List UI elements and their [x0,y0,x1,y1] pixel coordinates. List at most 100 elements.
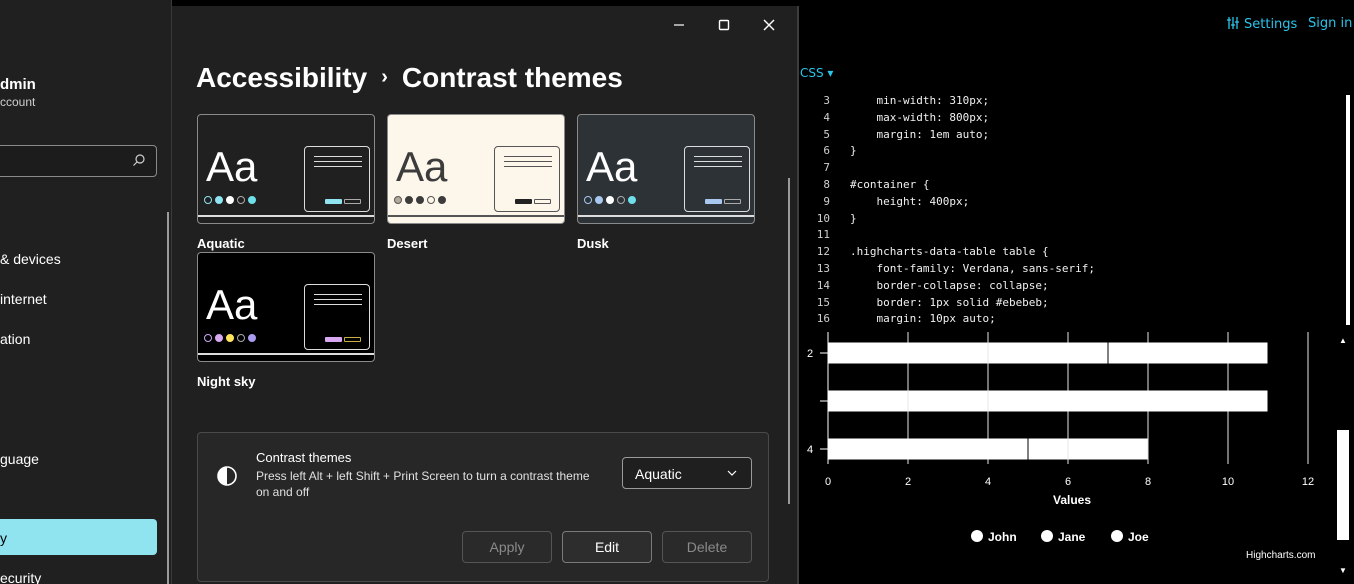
close-button[interactable] [754,12,784,38]
settings-label: Settings [1244,17,1298,32]
legend-label-joe[interactable]: Joe [1128,530,1149,544]
code-line[interactable]: 9 height: 400px; [798,194,1338,211]
theme-tile-night-sky[interactable]: Aa [197,252,375,362]
code-line[interactable]: 3 min-width: 310px; [798,93,1338,110]
line-number: 10 [816,211,830,225]
settings-sidebar: dmin ccount & devices internet ation gua… [0,0,172,584]
code-text: #container { [850,177,930,191]
bar-john[interactable] [827,389,909,413]
legend-marker-john[interactable] [971,530,983,542]
x-tick-label: 12 [1302,476,1314,488]
theme-label-desert: Desert [387,236,428,251]
code-text: font-family: Verdana, sans-serif; [850,261,1096,275]
theme-dropdown-value: Aquatic [635,466,682,482]
theme-preview-window [304,284,370,350]
x-tick-label: 8 [1145,476,1151,488]
highcharts-credits[interactable]: Highcharts.com [1246,550,1315,561]
sidebar-item-label: y [0,530,7,546]
card-description: Press left Alt + left Shift + Print Scre… [256,469,590,499]
legend-marker-jane[interactable] [1041,530,1053,542]
sidebar-item-time-language[interactable]: guage [0,451,39,467]
theme-label-night-sky: Night sky [197,374,256,389]
theme-preview-window [304,146,370,212]
content-scrollbar[interactable] [788,178,790,504]
theme-tile-desert[interactable]: Aa [387,114,565,224]
line-number: 9 [823,194,830,208]
theme-color-dots [394,196,446,204]
settings-link[interactable]: Settings [1226,16,1297,32]
line-number: 5 [823,127,830,141]
x-tick-label: 2 [905,476,911,488]
code-line[interactable]: 4 max-width: 800px; [798,110,1338,127]
code-line[interactable]: 5 margin: 1em auto; [798,127,1338,144]
code-text: max-width: 800px; [850,110,990,124]
legend-label-john[interactable]: John [988,530,1017,544]
contrast-themes-card: Contrast themes Press left Alt + left Sh… [197,432,769,582]
css-tab-dropdown[interactable]: CSS ▾ [800,66,833,80]
sidebar-item-network-internet[interactable]: internet [0,291,47,307]
sidebar-item-privacy-security[interactable]: ecurity [0,570,41,584]
bar-joe[interactable] [1107,341,1269,365]
theme-label-dusk: Dusk [577,236,609,251]
sidebar-item-personalization[interactable]: ation [0,331,30,347]
theme-dropdown[interactable]: Aquatic [622,457,752,489]
theme-color-dots [204,196,256,204]
chart-svg: 2 4 0 2 4 6 8 10 12 Values John Jane Joe [807,332,1314,544]
sidebar-item-accessibility[interactable]: y [0,519,157,555]
breadcrumb-parent[interactable]: Accessibility [196,62,367,93]
bar-jane[interactable] [987,341,1109,365]
sidebar-scrollbar[interactable] [167,212,169,584]
bar-joe[interactable] [1067,437,1149,461]
find-setting-input[interactable] [0,145,157,177]
bar-jane[interactable] [907,389,989,413]
line-number: 7 [823,161,830,175]
code-area[interactable]: 3 min-width: 310px; 4 max-width: 800px; 5 … [798,93,1338,328]
theme-tile-aquatic[interactable]: Aa [197,114,375,224]
code-line[interactable]: 16 margin: 10px auto; [798,311,1338,328]
code-line[interactable]: 7 [798,160,1338,177]
bar-jane[interactable] [1027,437,1069,461]
chart-scrollbar-thumb[interactable] [1337,430,1349,540]
chevron-right-icon: › [381,66,388,88]
code-line[interactable]: 6} [798,143,1338,160]
sign-in-link[interactable]: Sign in [1308,16,1352,31]
theme-color-dots [204,334,256,342]
x-tick-label: 0 [825,476,831,488]
contrast-icon [217,466,237,486]
bar-joe[interactable] [987,389,1269,413]
theme-preview-text: Aa [586,143,638,190]
maximize-button[interactable] [709,12,739,38]
code-line[interactable]: 15 border: 1px solid #ebebeb; [798,295,1338,312]
line-number: 14 [816,278,830,292]
x-axis-title: Values [1053,493,1091,507]
theme-tile-dusk[interactable]: Aa [577,114,755,224]
category-label: 2 [807,348,813,360]
bar-john[interactable] [827,437,1029,461]
code-line[interactable]: 14 border-collapse: collapse; [798,278,1338,295]
stacked-bar-chart: 2 4 0 2 4 6 8 10 12 Values John Jane Joe [800,330,1354,584]
code-text: border: 1px solid #ebebeb; [850,295,1049,309]
edit-button[interactable]: Edit [562,531,652,563]
theme-preview-window [494,146,560,212]
code-line[interactable]: 10} [798,211,1338,228]
minimize-button[interactable] [664,12,694,38]
code-line[interactable]: 8 #container { [798,177,1338,194]
code-scrollbar[interactable] [1346,95,1350,325]
legend-label-jane[interactable]: Jane [1058,530,1086,544]
delete-button[interactable]: Delete [662,531,752,563]
code-line[interactable]: 12 .highcharts-data-table table { [798,244,1338,261]
code-line[interactable]: 11 [798,227,1338,244]
code-line[interactable]: 13 font-family: Verdana, sans-serif; [798,261,1338,278]
scroll-up-arrow-icon[interactable]: ▲ [1337,336,1349,345]
line-number: 13 [816,261,830,275]
apply-button[interactable]: Apply [462,531,552,563]
legend-marker-joe[interactable] [1111,530,1123,542]
sidebar-item-bluetooth-devices[interactable]: & devices [0,251,61,267]
line-number: 8 [823,177,830,191]
scroll-down-arrow-icon[interactable]: ▼ [1337,566,1349,575]
x-tick-label: 10 [1222,476,1234,488]
x-tick-label: 4 [985,476,991,488]
theme-preview-text: Aa [206,281,258,328]
x-tick-label: 6 [1065,476,1071,488]
sliders-icon [1227,17,1239,29]
